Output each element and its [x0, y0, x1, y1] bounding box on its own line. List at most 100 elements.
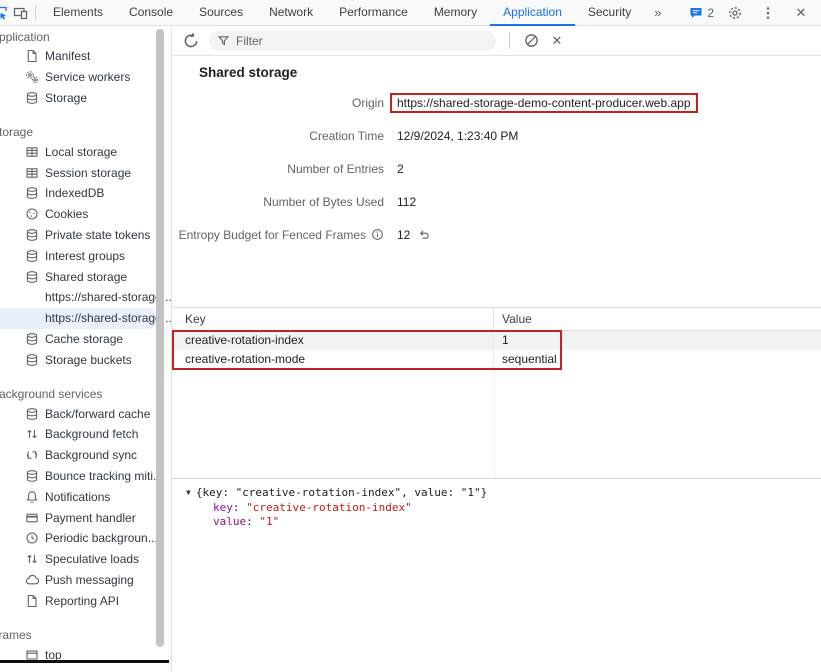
- document-icon: [25, 594, 39, 608]
- metadata-value-highlighted: https://shared-storage-demo-content-prod…: [390, 93, 698, 113]
- sidebar-item-storage[interactable]: Storage: [0, 88, 158, 109]
- sidebar-item-https-shared-storage[interactable]: https://shared-storage...: [0, 308, 158, 329]
- sidebar-item-cookies[interactable]: Cookies: [0, 204, 158, 225]
- metadata-row-number-of-bytes-used: Number of Bytes Used112: [172, 185, 821, 218]
- sidebar-scrollbar: [156, 26, 165, 672]
- sidebar-section-background-services: Background services: [0, 385, 158, 403]
- sidebar-item-label: Payment handler: [45, 511, 136, 525]
- property-value: "creative-rotation-index": [246, 501, 412, 514]
- kebab-menu-icon[interactable]: [756, 2, 780, 24]
- sidebar-item-payment-handler[interactable]: Payment handler: [0, 507, 158, 528]
- panel-toolbar: Filter ✕: [172, 26, 821, 56]
- sidebar-item-storage-buckets[interactable]: Storage buckets: [0, 349, 158, 370]
- sidebar-item-background-fetch[interactable]: Background fetch: [0, 424, 158, 445]
- tab-security[interactable]: Security: [575, 0, 644, 26]
- expander-caret-icon[interactable]: ▼: [186, 486, 191, 501]
- preview-summary-line[interactable]: ▼{key: "creative-rotation-index", value:…: [186, 486, 821, 501]
- tab-elements[interactable]: Elements: [40, 0, 116, 26]
- sidebar-item-back-forward-cache[interactable]: Back/forward cache: [0, 403, 158, 424]
- tab-application[interactable]: Application: [490, 0, 575, 26]
- metadata-label: Number of Bytes Used: [263, 195, 384, 209]
- database-icon: [25, 407, 39, 421]
- sidebar-item-local-storage[interactable]: Local storage: [0, 141, 158, 162]
- sidebar-item-private-state-tokens[interactable]: Private state tokens: [0, 225, 158, 246]
- sidebar-item-label: Background sync: [45, 448, 137, 462]
- sidebar-item-label: Service workers: [45, 70, 130, 84]
- sidebar-item-label: Cookies: [45, 207, 88, 221]
- datagrid-header: Key Value: [172, 307, 821, 331]
- entry-preview-pane: ▼{key: "creative-rotation-index", value:…: [172, 478, 821, 530]
- preview-property-line: key: "creative-rotation-index": [213, 501, 821, 516]
- arrows-icon: [25, 552, 39, 566]
- message-bubble-icon: [689, 6, 703, 20]
- reset-budget-icon[interactable]: [418, 228, 431, 241]
- devtools-window: ElementsConsoleSourcesNetworkPerformance…: [0, 0, 821, 672]
- filter-input[interactable]: Filter: [209, 31, 496, 51]
- sidebar-item-interest-groups[interactable]: Interest groups: [0, 245, 158, 266]
- console-messages-badge[interactable]: 2: [689, 6, 714, 20]
- inspect-icon[interactable]: [0, 5, 9, 21]
- card-icon: [25, 511, 39, 525]
- sidebar-item-notifications[interactable]: Notifications: [0, 486, 158, 507]
- sidebar-item-label: Interest groups: [45, 249, 125, 263]
- table-row[interactable]: creative-rotation-index1: [172, 331, 821, 350]
- sidebar-item-https-shared-storage[interactable]: https://shared-storage...: [0, 287, 158, 308]
- info-icon[interactable]: [371, 228, 384, 241]
- datagrid-rows: creative-rotation-index1creative-rotatio…: [172, 331, 821, 368]
- shared-storage-panel: Filter ✕ Shared storage Originhttps://sh…: [172, 26, 821, 672]
- refresh-icon[interactable]: [182, 32, 200, 50]
- sidebar-item-label: https://shared-storage...: [45, 311, 172, 325]
- tab-console[interactable]: Console: [116, 0, 186, 26]
- sidebar-item-service-workers[interactable]: Service workers: [0, 67, 158, 88]
- sidebar-item-background-sync[interactable]: Background sync: [0, 445, 158, 466]
- sidebar-item-bounce-tracking-miti[interactable]: Bounce tracking miti...: [0, 466, 158, 487]
- sidebar-item-push-messaging[interactable]: Push messaging: [0, 570, 158, 591]
- tabbar-divider: [35, 5, 36, 21]
- table-row[interactable]: creative-rotation-modesequential: [172, 350, 821, 369]
- sidebar-item-speculative-loads[interactable]: Speculative loads: [0, 549, 158, 570]
- sidebar-item-cache-storage[interactable]: Cache storage: [0, 329, 158, 350]
- tab-performance[interactable]: Performance: [326, 0, 421, 26]
- tab-memory[interactable]: Memory: [421, 0, 490, 26]
- device-toolbar-icon[interactable]: [9, 2, 33, 24]
- metadata-row-entropy-budget-for-fenced-frames: Entropy Budget for Fenced Frames12: [172, 218, 821, 251]
- close-devtools-icon[interactable]: ✕: [789, 2, 813, 24]
- database-icon: [25, 249, 39, 263]
- sidebar-section-storage: Storage: [0, 123, 158, 141]
- metadata-value: 12/9/2024, 1:23:40 PM: [397, 129, 518, 143]
- delete-selected-icon[interactable]: ✕: [547, 31, 567, 51]
- cell-key: creative-rotation-mode: [172, 350, 494, 369]
- cell-value: 1: [494, 333, 821, 347]
- settings-gear-icon[interactable]: [723, 2, 747, 24]
- tab-network[interactable]: Network: [256, 0, 326, 26]
- clear-all-icon[interactable]: [521, 31, 541, 51]
- cloud-icon: [25, 573, 39, 587]
- sidebar-item-label: Storage buckets: [45, 353, 132, 367]
- datagrid-empty-area: [172, 368, 821, 478]
- column-header-key[interactable]: Key: [172, 308, 494, 330]
- sidebar-item-shared-storage[interactable]: Shared storage: [0, 266, 158, 287]
- toolbar-divider: [509, 32, 510, 49]
- sidebar-item-label: Shared storage: [45, 270, 127, 284]
- sidebar-item-label: Private state tokens: [45, 228, 150, 242]
- database-icon: [25, 332, 39, 346]
- sidebar-scrollbar-thumb[interactable]: [156, 29, 164, 647]
- sidebar-item-label: Cache storage: [45, 332, 123, 346]
- grid-icon: [25, 166, 39, 180]
- sidebar-item-indexeddb[interactable]: IndexedDB: [0, 183, 158, 204]
- sidebar-item-manifest[interactable]: Manifest: [0, 46, 158, 67]
- column-header-value[interactable]: Value: [494, 312, 821, 326]
- metadata-label: Number of Entries: [287, 162, 384, 176]
- database-icon: [25, 353, 39, 367]
- arrows-icon: [25, 427, 39, 441]
- more-tabs-button[interactable]: »: [644, 5, 671, 20]
- page-title: Shared storage: [199, 64, 821, 82]
- sidebar-item-label: Manifest: [45, 49, 90, 63]
- sidebar-item-periodic-backgroun[interactable]: Periodic backgroun...: [0, 528, 158, 549]
- sidebar-section-frames: Frames: [0, 626, 158, 644]
- tab-sources[interactable]: Sources: [186, 0, 256, 26]
- devtools-tabbar: ElementsConsoleSourcesNetworkPerformance…: [0, 0, 821, 26]
- application-sidebar: ApplicationManifestService workersStorag…: [0, 26, 172, 672]
- sidebar-item-session-storage[interactable]: Session storage: [0, 162, 158, 183]
- sidebar-item-reporting-api[interactable]: Reporting API: [0, 590, 158, 611]
